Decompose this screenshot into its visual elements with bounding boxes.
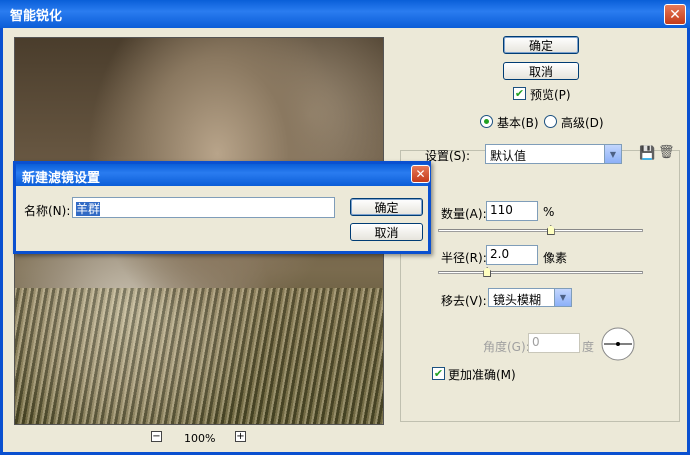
name-input[interactable]: 羊群 [72,197,335,218]
cancel-button[interactable]: 取消 [503,62,579,80]
new-filter-settings-dialog: 新建滤镜设置 ✕ 名称(N): 羊群 确定 取消 [13,161,431,254]
zoom-in-icon[interactable]: + [235,431,246,442]
chevron-down-icon: ▼ [554,289,571,306]
name-input-value: 羊群 [76,202,101,216]
zoom-out-icon[interactable]: − [151,431,162,442]
angle-dial-icon[interactable] [600,326,636,362]
delete-settings-icon[interactable]: 🗑 [658,145,675,160]
preview-checkbox[interactable]: ✔ [513,87,526,100]
window-title: 智能锐化 [10,9,63,24]
more-accurate-checkbox[interactable]: ✔ [432,367,445,380]
title-bar [0,0,690,28]
chevron-down-icon: ▼ [604,145,621,163]
remove-label: 移去(V): [441,294,487,308]
angle-input[interactable]: 0 [528,333,580,353]
zoom-level: 100% [184,432,216,445]
advanced-label: 高级(D) [561,116,604,130]
save-settings-icon[interactable]: 💾 [639,146,655,161]
settings-value: 默认值 [490,149,527,163]
amount-slider[interactable] [438,229,643,232]
ok-button[interactable]: 确定 [503,36,579,54]
radius-input[interactable]: 2.0 [486,245,538,265]
basic-label: 基本(B) [497,116,539,130]
settings-label: 设置(S): [425,149,471,163]
basic-radio[interactable] [480,115,493,128]
amount-label: 数量(A): [441,207,487,221]
close-icon[interactable]: ✕ [664,4,686,25]
amount-input[interactable]: 110 [486,201,538,221]
radius-label: 半径(R): [441,251,487,265]
name-label: 名称(N): [24,204,71,218]
settings-groupbox [400,150,680,422]
advanced-radio[interactable] [544,115,557,128]
more-accurate-label: 更加准确(M) [448,368,516,382]
settings-select[interactable]: 默认值 ▼ [485,144,622,164]
radius-slider[interactable] [438,271,643,274]
preview-label: 预览(P) [530,88,571,102]
dialog-cancel-button[interactable]: 取消 [350,223,423,241]
preview-grass-texture [15,288,383,424]
amount-unit: % [543,205,555,219]
angle-unit: 度 [582,340,595,354]
remove-value: 镜头模糊 [493,293,542,307]
dialog-title: 新建滤镜设置 [22,171,101,186]
dialog-ok-button[interactable]: 确定 [350,198,423,216]
angle-label: 角度(G): [483,340,530,354]
radius-unit: 像素 [543,251,568,265]
remove-select[interactable]: 镜头模糊 ▼ [488,288,572,307]
close-icon[interactable]: ✕ [411,165,430,183]
